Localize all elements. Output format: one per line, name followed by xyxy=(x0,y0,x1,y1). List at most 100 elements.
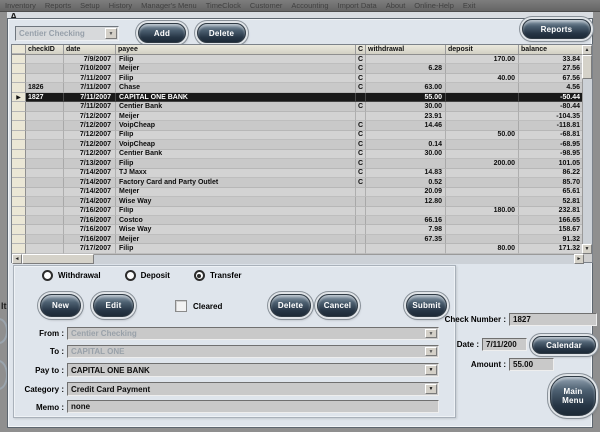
scroll-down-icon[interactable]: ▼ xyxy=(582,244,592,254)
chevron-down-icon[interactable]: ▼ xyxy=(425,347,437,356)
cancel-button[interactable]: Cancel xyxy=(317,294,358,317)
cell-checkid xyxy=(26,121,64,131)
horizontal-scroll-thumb[interactable] xyxy=(22,254,94,264)
new-button[interactable]: New xyxy=(40,294,81,317)
cell-date: 7/11/2007 xyxy=(64,92,116,103)
cell-withdrawal: 6.28 xyxy=(366,64,446,74)
vertical-scroll-thumb[interactable] xyxy=(582,55,592,79)
menu-item-timeclock[interactable]: TimeClock xyxy=(206,1,241,10)
row-selector xyxy=(12,55,26,65)
table-row[interactable]: 7/16/2007 Wise Way 7.98 158.67 xyxy=(12,225,584,235)
table-row[interactable]: ▶ 1827 7/11/2007 CAPITAL ONE BANK 55.00 -50.4… xyxy=(12,92,584,103)
radio-button-icon[interactable] xyxy=(42,270,53,281)
cell-balance: -68.95 xyxy=(519,140,584,150)
table-row[interactable]: 7/16/2007 Filip 180.00 232.81 xyxy=(12,206,584,216)
table-row[interactable]: 1826 7/11/2007 Chase C 63.00 4.56 xyxy=(12,83,584,93)
cell-balance: 4.56 xyxy=(519,83,584,93)
chevron-down-icon[interactable]: ▼ xyxy=(105,28,117,39)
table-row[interactable]: 7/11/2007 Centier Bank C 30.00 -80.44 xyxy=(12,102,584,112)
row-selector xyxy=(12,149,26,160)
table-row[interactable]: 7/12/2007 VoipCheap C 14.46 -118.81 xyxy=(12,121,584,131)
vertical-scrollbar[interactable]: ▲ ▼ xyxy=(582,45,592,254)
menu-item-reports[interactable]: Reports xyxy=(45,1,71,10)
table-row[interactable]: 7/13/2007 Filip C 200.00 101.05 xyxy=(12,159,584,169)
table-row[interactable]: 7/14/2007 Wise Way 12.80 52.81 xyxy=(12,197,584,207)
table-row[interactable]: 7/12/2007 VoipCheap C 0.14 -68.95 xyxy=(12,140,584,150)
scroll-up-icon[interactable]: ▲ xyxy=(582,45,592,55)
cell-payee: Filip xyxy=(116,244,356,254)
radio-deposit[interactable]: Deposit xyxy=(124,270,170,281)
radio-button-icon[interactable] xyxy=(193,270,205,281)
cell-checkid: 1826 xyxy=(26,83,64,93)
cell-checkid xyxy=(26,197,64,207)
horizontal-scrollbar[interactable]: ◄ ► xyxy=(12,254,584,264)
background-text-fragment: It xyxy=(1,301,7,311)
table-row[interactable]: 7/14/2007 Meijer 20.09 65.61 xyxy=(12,187,584,198)
menu-item-import-data[interactable]: Import Data xyxy=(338,1,377,10)
header-withdrawal[interactable]: withdrawal xyxy=(366,45,446,54)
delete-transaction-button[interactable]: Delete xyxy=(270,294,311,317)
cell-balance: 52.81 xyxy=(519,197,584,207)
scroll-right-icon[interactable]: ► xyxy=(574,254,584,264)
calendar-button[interactable]: Calendar xyxy=(532,336,596,354)
radio-button-icon[interactable] xyxy=(124,270,136,281)
from-field[interactable]: Centier Checking ▼ xyxy=(67,327,439,340)
delete-account-button[interactable]: Delete xyxy=(197,23,246,43)
cell-date: 7/12/2007 xyxy=(64,149,116,160)
header-date[interactable]: date xyxy=(64,45,116,54)
chevron-down-icon[interactable]: ▼ xyxy=(425,384,437,394)
cell-deposit xyxy=(446,149,519,160)
header-cleared[interactable]: C xyxy=(356,45,366,54)
reports-button[interactable]: Reports xyxy=(522,19,591,39)
amount-field[interactable]: 55.00 xyxy=(509,358,554,371)
table-row[interactable]: 7/12/2007 Centier Bank C 30.00 -98.95 xyxy=(12,149,584,160)
account-select[interactable]: Centier Checking ▼ xyxy=(15,26,119,41)
cell-deposit xyxy=(446,234,519,245)
menu-item-inventory[interactable]: Inventory xyxy=(5,1,36,10)
memo-value: none xyxy=(71,402,91,411)
pay-to-field[interactable]: CAPITAL ONE BANK ▼ xyxy=(67,363,439,377)
category-field[interactable]: Credit Card Payment ▼ xyxy=(67,382,439,396)
add-button[interactable]: Add xyxy=(138,23,186,43)
menu-item-about[interactable]: About xyxy=(386,1,406,10)
submit-button[interactable]: Submit xyxy=(406,294,447,317)
memo-field[interactable]: none xyxy=(67,400,439,413)
menu-item-online-help[interactable]: Online-Help xyxy=(414,1,454,10)
header-payee[interactable]: payee xyxy=(116,45,356,54)
header-checkid[interactable]: checkID xyxy=(26,45,64,54)
table-row[interactable]: 7/12/2007 Filip C 50.00 -68.81 xyxy=(12,130,584,141)
header-deposit[interactable]: deposit xyxy=(446,45,519,54)
table-row[interactable]: 7/14/2007 TJ Maxx C 14.83 86.22 xyxy=(12,168,584,179)
menu-item-customer[interactable]: Customer xyxy=(250,1,283,10)
to-field[interactable]: CAPITAL ONE ▼ xyxy=(67,345,439,358)
table-row[interactable]: 7/16/2007 Meijer 67.35 91.32 xyxy=(12,234,584,245)
scroll-left-icon[interactable]: ◄ xyxy=(12,254,22,264)
check-number-field[interactable]: 1827 xyxy=(509,313,597,326)
header-balance[interactable]: balance xyxy=(519,45,584,54)
cell-payee: Filip xyxy=(116,206,356,216)
chevron-down-icon[interactable]: ▼ xyxy=(425,365,437,375)
menu-item-history[interactable]: History xyxy=(109,1,132,10)
menu-item-exit[interactable]: Exit xyxy=(463,1,476,10)
table-row[interactable]: 7/16/2007 Costco 66.16 166.65 xyxy=(12,215,584,226)
chevron-down-icon[interactable]: ▼ xyxy=(425,329,437,338)
radio-transfer[interactable]: Transfer xyxy=(193,270,242,281)
cell-date: 7/16/2007 xyxy=(64,206,116,216)
table-row[interactable]: 7/14/2007 Factory Card and Party Outlet C 0… xyxy=(12,178,584,188)
edit-button[interactable]: Edit xyxy=(93,294,134,317)
menu-item-setup[interactable]: Setup xyxy=(80,1,100,10)
cleared-checkbox[interactable] xyxy=(175,300,187,312)
table-row[interactable]: 7/17/2007 Filip 80.00 171.32 xyxy=(12,244,584,254)
menu-item-accounting[interactable]: Accounting xyxy=(291,1,328,10)
table-row[interactable]: 7/10/2007 Meijer C 6.28 27.56 xyxy=(12,64,584,74)
cell-withdrawal: 12.80 xyxy=(366,197,446,207)
row-selector xyxy=(12,168,26,179)
cell-checkid xyxy=(26,140,64,150)
table-row[interactable]: 7/12/2007 Meijer 23.91 -104.35 xyxy=(12,111,584,122)
table-row[interactable]: 7/11/2007 Filip C 40.00 67.56 xyxy=(12,73,584,84)
radio-withdrawal[interactable]: Withdrawal xyxy=(42,270,101,281)
table-row[interactable]: 7/9/2007 Filip C 170.00 33.84 xyxy=(12,55,584,65)
date-field[interactable]: 7/11/200 xyxy=(482,338,527,351)
main-menu-button[interactable]: Main Menu xyxy=(550,376,596,416)
menu-item-manager-s-menu[interactable]: Manager's Menu xyxy=(141,1,197,10)
